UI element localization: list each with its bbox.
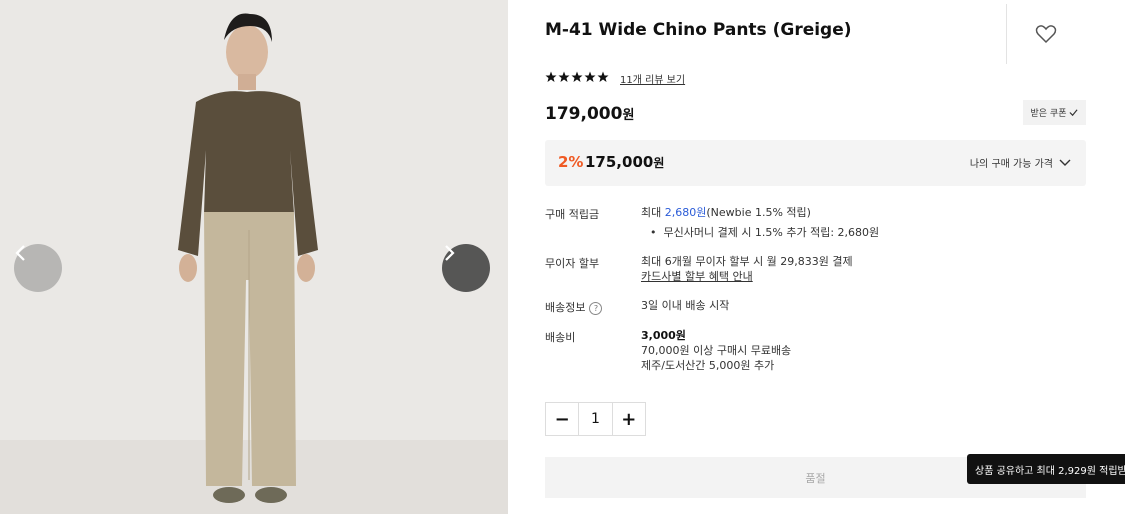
chevron-right-icon	[445, 245, 455, 261]
my-price-label: 나의 구매 가능 가격	[969, 159, 1053, 170]
carousel-prev-button[interactable]	[14, 244, 62, 292]
points-amount: 2,680원	[664, 206, 707, 219]
installment-text: 최대 6개월 무이자 할부 시 월 29,833원 결제	[641, 255, 853, 268]
quantity-minus-button[interactable]: −	[546, 403, 578, 435]
shipping-fee-amount: 3,000원	[641, 329, 686, 342]
star-icon	[571, 71, 583, 82]
points-bullet: • 무신사머니 결제 시 1.5% 추가 적립: 2,680원	[650, 226, 880, 239]
quantity-plus-button[interactable]: +	[613, 403, 645, 435]
shipping-fee-value: 3,000원 70,000원 이상 구매시 무료배송 제주/도서산간 5,000…	[641, 328, 791, 373]
heart-icon[interactable]	[1034, 22, 1058, 46]
my-price-toggle[interactable]: 나의 구매 가능 가격	[970, 155, 1071, 170]
shipping-label-text: 배송정보	[545, 301, 586, 314]
discounted-price-unit: 원	[653, 156, 665, 170]
price-value: 179,000	[545, 104, 623, 124]
chevron-left-icon	[15, 245, 25, 261]
shipping-fee-label: 배송비	[545, 331, 576, 344]
shipping-text: 3일 이내 배송 시작	[641, 299, 730, 312]
review-link[interactable]: 11개 리뷰 보기	[620, 71, 685, 86]
points-prefix: 최대	[641, 206, 662, 219]
quantity-value[interactable]: 1	[578, 403, 613, 435]
model-illustration	[0, 0, 508, 514]
divider	[1006, 4, 1007, 64]
product-image	[0, 0, 508, 514]
points-label: 구매 적립금	[545, 208, 600, 221]
points-bullet-text: 무신사머니 결제 시 1.5% 추가 적립: 2,680원	[663, 226, 880, 239]
product-price: 179,000원	[545, 104, 634, 124]
star-icon	[558, 71, 570, 82]
chevron-down-icon	[1059, 159, 1071, 166]
discount-percent: 2%	[558, 153, 584, 171]
check-icon	[1069, 109, 1079, 117]
shipping-free-condition: 70,000원 이상 구매시 무료배송	[641, 344, 792, 357]
product-title: M-41 Wide Chino Pants (Greige)	[545, 20, 852, 40]
coupon-button[interactable]: 받은 쿠폰	[1023, 100, 1086, 125]
shipping-label: 배송정보?	[545, 299, 603, 315]
installment-link[interactable]: 카드사별 할부 혜택 안내	[641, 269, 853, 284]
installment-value: 최대 6개월 무이자 할부 시 월 29,833원 결제 카드사별 할부 혜택 …	[641, 254, 853, 284]
star-icon	[545, 71, 557, 82]
points-value: 최대 2,680원(Newbie 1.5% 적립)	[641, 205, 811, 220]
carousel-next-button[interactable]	[442, 244, 490, 292]
coupon-label: 받은 쿠폰	[1030, 109, 1067, 119]
points-suffix: (Newbie 1.5% 적립)	[706, 206, 811, 219]
discounted-price: 175,000원	[585, 153, 664, 171]
shipping-island-fee: 제주/도서산간 5,000원 추가	[641, 359, 775, 372]
rating-stars	[545, 71, 609, 83]
quantity-stepper: − 1 +	[545, 402, 646, 436]
help-icon[interactable]: ?	[589, 301, 603, 315]
installment-label: 무이자 할부	[545, 257, 600, 270]
discounted-price-value: 175,000	[585, 153, 654, 171]
price-unit: 원	[622, 108, 635, 123]
share-reward-tooltip[interactable]: 상품 공유하고 최대 2,929원 적립받	[967, 454, 1125, 484]
star-icon	[584, 71, 596, 82]
star-icon	[597, 71, 609, 82]
my-price-box: 2% 175,000원 나의 구매 가능 가격	[545, 140, 1086, 186]
